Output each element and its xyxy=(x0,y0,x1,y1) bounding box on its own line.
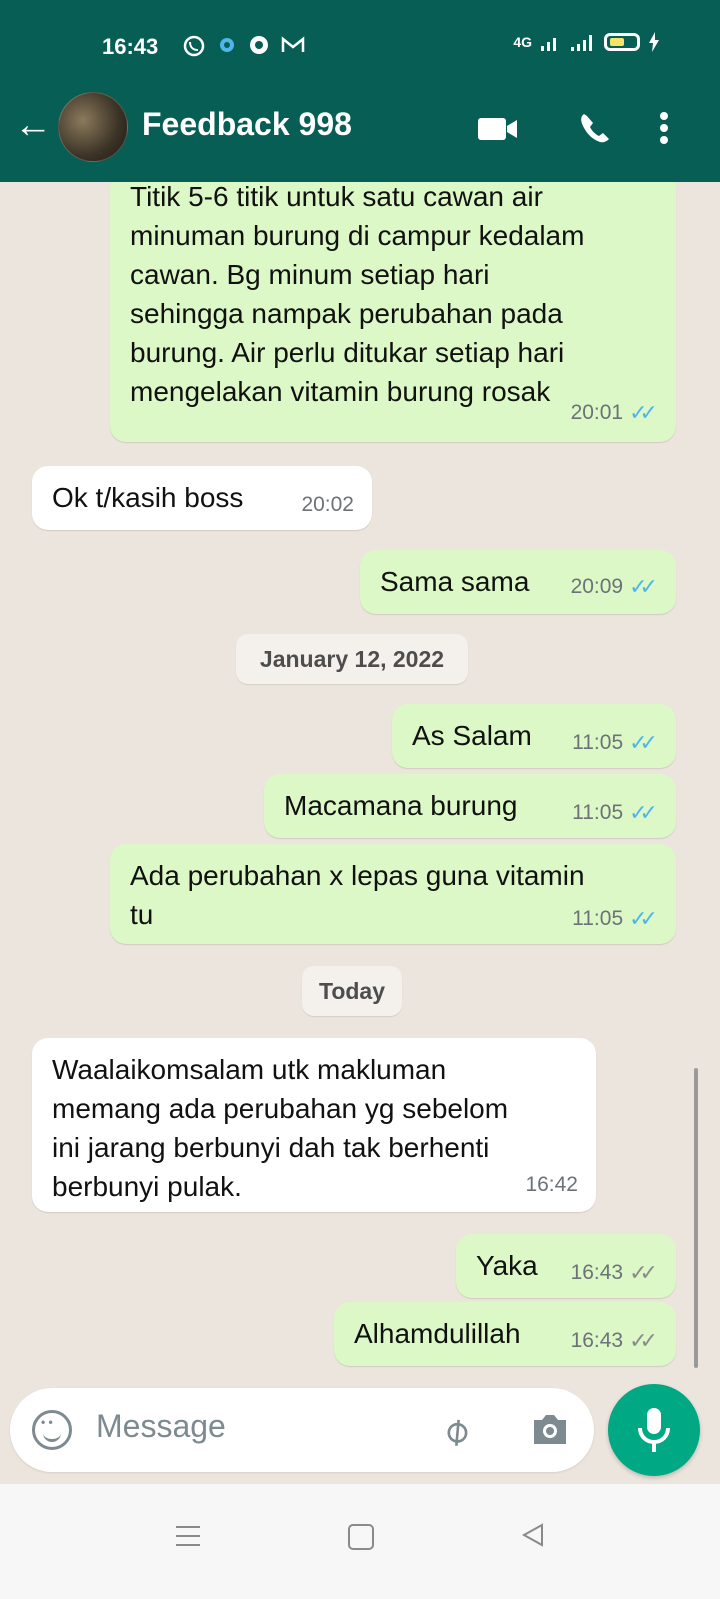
voice-message-button[interactable] xyxy=(608,1384,700,1476)
chrome-notification-icon xyxy=(250,36,268,54)
signal-icon-2 xyxy=(571,35,592,51)
message-text: As Salam xyxy=(412,720,532,751)
message-meta: 11:05 ✓✓ xyxy=(572,793,658,832)
network-type-label: 4G xyxy=(513,34,532,50)
message-time: 11:05 xyxy=(572,907,624,930)
message-text: Titik 5-6 titik untuk satu cawan air min… xyxy=(130,182,585,407)
message-meta: 16:42 xyxy=(525,1165,578,1204)
battery-icon xyxy=(604,33,640,51)
system-nav-bar xyxy=(0,1484,720,1599)
message-outgoing[interactable]: Sama sama 20:09 ✓✓ xyxy=(360,550,676,614)
status-bar: 16:43 4G xyxy=(0,32,720,62)
voice-call-icon[interactable] xyxy=(574,108,614,148)
message-meta: 20:01 ✓✓ xyxy=(571,393,658,432)
recent-apps-icon[interactable] xyxy=(176,1526,200,1553)
message-meta: 16:43 ✓✓ xyxy=(571,1253,658,1292)
message-text: Alhamdulillah xyxy=(354,1318,521,1349)
message-meta: 20:02 xyxy=(301,485,354,524)
settings-notification-icon xyxy=(220,38,234,52)
message-text: Waalaikomsalam utk makluman memang ada p… xyxy=(52,1054,509,1202)
message-text: Sama sama xyxy=(380,566,530,597)
message-meta: 16:43 ✓✓ xyxy=(571,1321,658,1360)
message-time: 20:01 xyxy=(570,401,624,424)
message-input[interactable]: Message xyxy=(96,1408,226,1445)
system-status-icons: 4G xyxy=(513,32,660,52)
message-time: 11:05 xyxy=(572,731,624,754)
camera-icon[interactable] xyxy=(528,1410,572,1450)
whatsapp-notification-icon xyxy=(183,35,205,57)
date-chip: Today xyxy=(302,966,402,1016)
read-ticks-icon: ✓✓ xyxy=(629,574,658,599)
app-bar: 16:43 4G ← Feedback 998 xyxy=(0,0,720,182)
message-time: 11:05 xyxy=(572,801,624,824)
message-incoming[interactable]: Waalaikomsalam utk makluman memang ada p… xyxy=(32,1038,596,1212)
video-call-icon[interactable] xyxy=(476,108,520,148)
message-text: Macamana burung xyxy=(284,790,518,821)
read-ticks-icon: ✓✓ xyxy=(629,400,658,425)
chat-header: ← Feedback 998 xyxy=(0,90,720,170)
gmail-notification-icon xyxy=(281,36,305,52)
message-meta: 11:05 ✓✓ xyxy=(572,723,658,762)
status-time: 16:43 xyxy=(102,34,159,59)
message-outgoing[interactable]: As Salam 11:05 ✓✓ xyxy=(392,704,676,768)
message-incoming[interactable]: Ok t/kasih boss 20:02 xyxy=(32,466,372,530)
back-arrow-icon[interactable]: ← xyxy=(14,104,52,147)
read-ticks-icon: ✓✓ xyxy=(629,730,658,755)
scrollbar[interactable] xyxy=(694,1068,698,1368)
message-time: 16:42 xyxy=(525,1173,578,1196)
read-ticks-icon: ✓✓ xyxy=(629,906,658,931)
message-outgoing[interactable]: Yaka 16:43 ✓✓ xyxy=(456,1234,676,1298)
charging-icon xyxy=(649,32,659,52)
message-outgoing[interactable]: Alhamdulillah 16:43 ✓✓ xyxy=(334,1302,676,1366)
signal-icon xyxy=(541,38,556,51)
message-text: Yaka xyxy=(476,1250,538,1281)
notification-icons xyxy=(182,34,306,58)
message-time: 20:02 xyxy=(301,493,354,516)
emoji-icon[interactable] xyxy=(32,1410,72,1450)
message-composer[interactable]: Message ⌀ xyxy=(10,1388,594,1472)
date-chip: January 12, 2022 xyxy=(236,634,468,684)
delivered-ticks-icon: ✓✓ xyxy=(629,1328,658,1353)
system-back-icon[interactable] xyxy=(520,1522,546,1548)
message-list[interactable]: Titik 5-6 titik untuk satu cawan air min… xyxy=(0,182,720,1380)
read-ticks-icon: ✓✓ xyxy=(629,800,658,825)
message-meta: 11:05 ✓✓ xyxy=(572,899,658,938)
message-outgoing[interactable]: Macamana burung 11:05 ✓✓ xyxy=(264,774,676,838)
message-time: 20:09 xyxy=(570,575,624,598)
chat-title[interactable]: Feedback 998 xyxy=(142,106,352,143)
message-time: 16:43 xyxy=(570,1329,624,1352)
contact-avatar[interactable] xyxy=(58,92,128,162)
home-icon[interactable] xyxy=(348,1524,374,1550)
attachment-icon[interactable]: ⌀ xyxy=(432,1406,479,1455)
microphone-icon xyxy=(638,1408,670,1452)
message-outgoing[interactable]: Ada perubahan x lepas guna vitamin tu 11… xyxy=(110,844,676,944)
delivered-ticks-icon: ✓✓ xyxy=(629,1260,658,1285)
message-time: 16:43 xyxy=(570,1261,624,1284)
message-text: Ok t/kasih boss xyxy=(52,482,244,513)
message-outgoing[interactable]: Titik 5-6 titik untuk satu cawan air min… xyxy=(110,182,676,442)
message-meta: 20:09 ✓✓ xyxy=(571,567,658,606)
more-options-icon[interactable] xyxy=(658,108,670,148)
